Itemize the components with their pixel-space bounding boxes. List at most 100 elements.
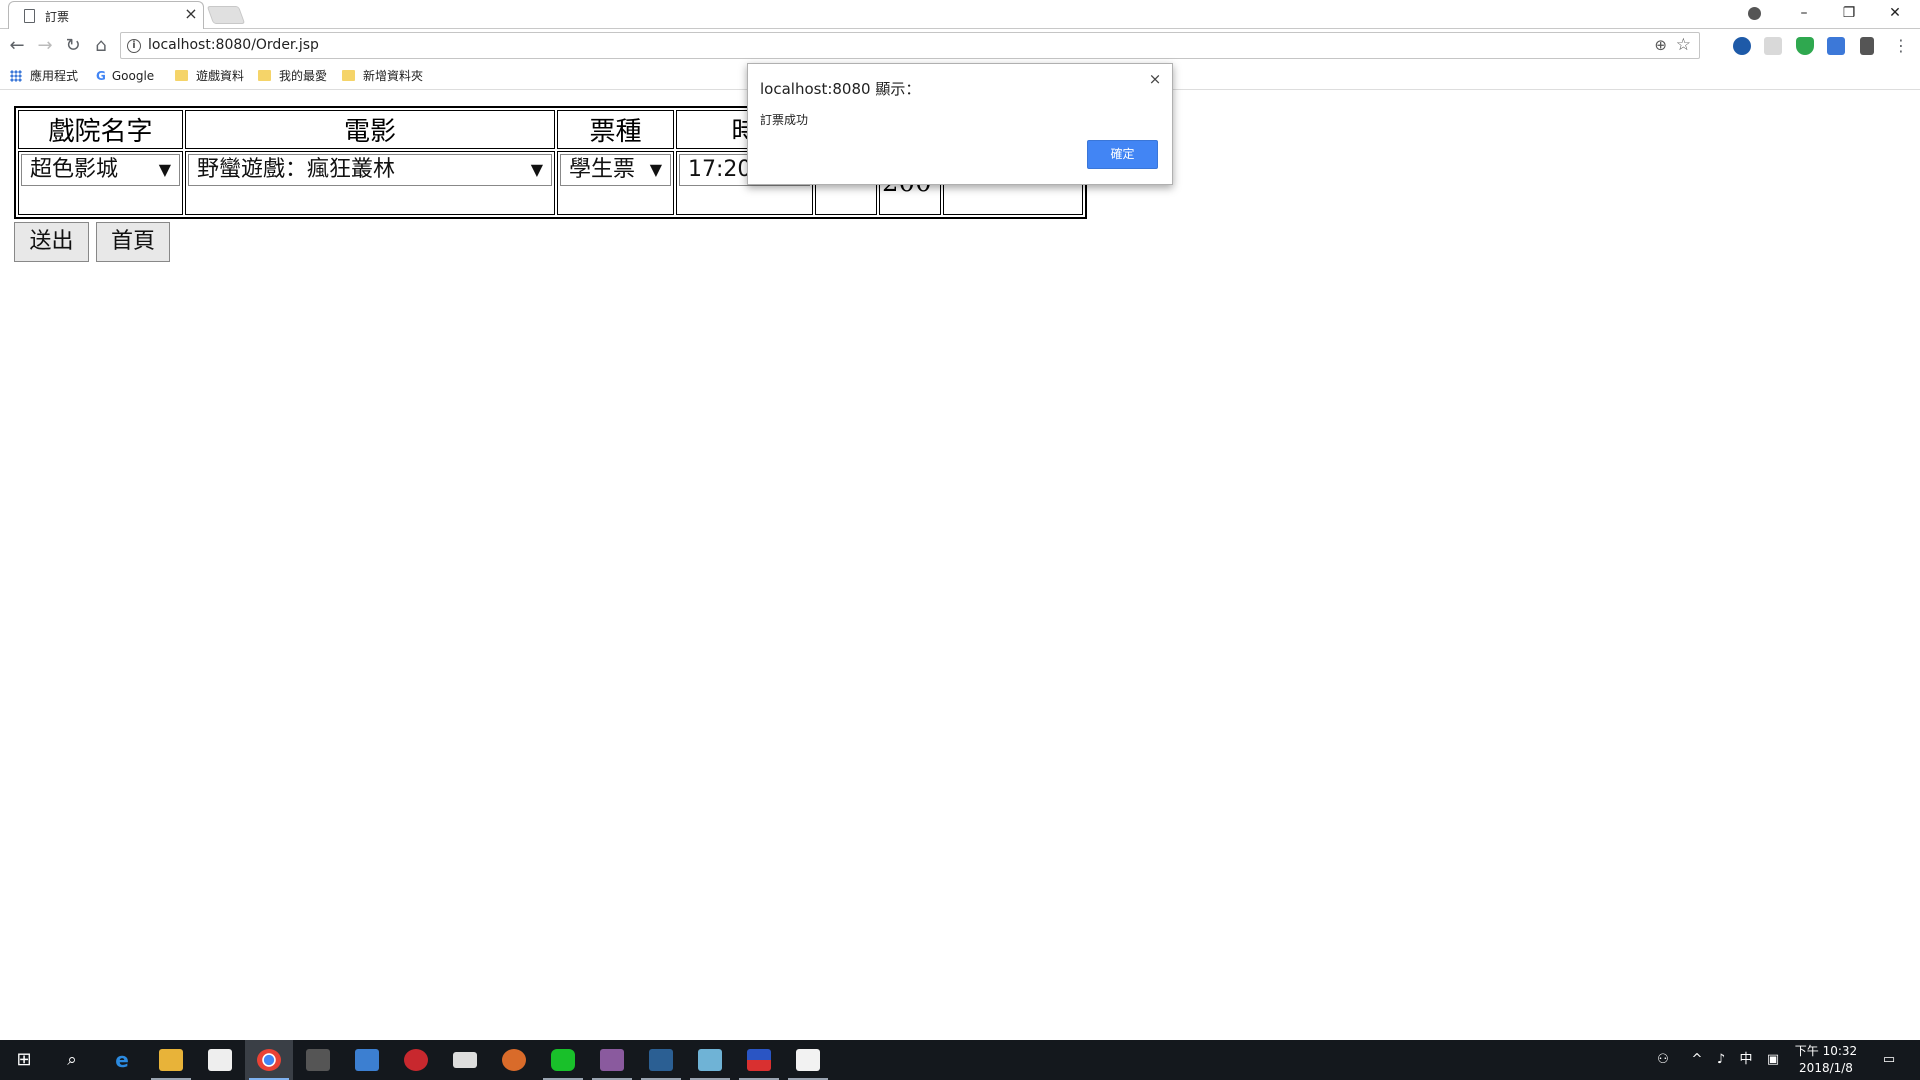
bookmark-google[interactable]: G Google <box>96 68 154 84</box>
person-circle-icon <box>1747 7 1761 20</box>
arrow-left-icon: ← <box>9 35 25 56</box>
extension-1-icon[interactable] <box>1733 37 1751 55</box>
home-page-button[interactable]: 首頁 <box>96 222 170 262</box>
clock-time: 下午 10:32 <box>1794 1044 1858 1058</box>
chrome-icon[interactable] <box>245 1040 293 1080</box>
bookmark-folder-favorites[interactable]: 我的最愛 <box>258 68 327 84</box>
bookmark-star-icon[interactable]: ☆ <box>1676 35 1691 55</box>
home-button[interactable]: ⌂ <box>89 34 113 58</box>
dropdown-arrow-icon: ▼ <box>530 160 543 179</box>
profile-button[interactable] <box>1731 0 1777 28</box>
address-bar[interactable]: i localhost:8080/Order.jsp ⊕ ☆ <box>120 32 1700 59</box>
bookmark-label: Google <box>111 69 155 83</box>
ticket-type-cell: 學生票 ▼ <box>557 151 674 215</box>
ticket-type-select[interactable]: 學生票 ▼ <box>560 154 671 186</box>
more-vert-icon: ⋮ <box>1893 36 1909 55</box>
java-glyph <box>796 1049 820 1071</box>
bookmark-folder-new[interactable]: 新增資料夾 <box>342 68 423 84</box>
word-glyph <box>355 1049 379 1071</box>
ticket-type-value: 學生票 <box>569 157 636 182</box>
dropdown-arrow-icon: ▼ <box>649 160 662 179</box>
arrow-right-icon: → <box>37 35 53 56</box>
java-icon[interactable] <box>784 1040 832 1080</box>
cinema-value: 超色影城 <box>30 157 119 182</box>
people-icon[interactable]: ⚇ <box>1650 1040 1676 1080</box>
movie-cell: 野蠻遊戲：瘋狂叢林 ▼ <box>185 151 555 215</box>
start-glyph: ⊞ <box>16 1049 32 1070</box>
reload-button[interactable]: ↻ <box>61 34 85 58</box>
forward-button[interactable]: → <box>33 34 57 58</box>
browser-toolbar: ← → ↻ ⌂ i localhost:8080/Order.jsp ⊕ ☆ ⋮ <box>0 29 1920 63</box>
home-icon: ⌂ <box>95 35 107 56</box>
shield-icon[interactable] <box>1796 37 1814 55</box>
info-icon[interactable]: i <box>127 39 141 53</box>
movie-select[interactable]: 野蠻遊戲：瘋狂叢林 ▼ <box>188 154 552 186</box>
word-icon[interactable] <box>343 1040 391 1080</box>
taskbar: ⊞ ⌕ e ⚇ ^ ♪ 中 ▣ 下午 10:32 2018/1/8 ▭ <box>0 1040 1920 1080</box>
apps-grid-icon <box>10 70 22 82</box>
clock-date: 2018/1/8 <box>1799 1061 1853 1075</box>
reload-icon: ↻ <box>65 35 81 56</box>
line-icon[interactable] <box>539 1040 587 1080</box>
clock[interactable]: 下午 10:32 2018/1/8 <box>1794 1043 1858 1077</box>
comic-glyph <box>404 1049 428 1071</box>
ime-indicator[interactable]: 中 <box>1735 1040 1757 1080</box>
file-explorer-icon[interactable] <box>147 1040 195 1080</box>
minimize-button[interactable]: – <box>1781 0 1827 28</box>
mail-icon[interactable] <box>441 1040 489 1080</box>
document-icon[interactable] <box>1860 37 1874 55</box>
folder-icon <box>258 70 271 81</box>
folder-icon <box>175 70 188 81</box>
bookmark-label: 我的最愛 <box>279 69 328 83</box>
search-glyph: ⌕ <box>67 1050 77 1070</box>
url-text: localhost:8080/Order.jsp <box>148 37 319 53</box>
alert-ok-button[interactable]: 確定 <box>1087 140 1158 169</box>
data-saver-lite-icon[interactable] <box>1827 37 1845 55</box>
new-tab-button[interactable] <box>206 6 246 24</box>
bookmark-folder-games[interactable]: 遊戲資料 <box>175 68 244 84</box>
tab-close-icon[interactable]: × <box>182 5 200 23</box>
calculator-glyph <box>306 1049 330 1071</box>
calculator-icon[interactable] <box>294 1040 342 1080</box>
back-button[interactable]: ← <box>5 34 29 58</box>
chrome-glyph <box>257 1049 281 1071</box>
page-content: 戲院名字 電影 票種 時 超色影城 ▼ 野蠻遊戲：瘋狂叢林 ▼ 學生票 ▼ 17:20… <box>0 90 1920 1040</box>
zoom-icon[interactable]: ⊕ <box>1654 36 1667 54</box>
alert-message: 訂票成功 <box>760 113 809 127</box>
cinema-select[interactable]: 超色影城 ▼ <box>21 154 180 186</box>
comic-app-icon[interactable] <box>392 1040 440 1080</box>
store-icon[interactable] <box>196 1040 244 1080</box>
tab-strip: 訂票 × – ❐ ✕ <box>0 0 1920 29</box>
windows-start-icon[interactable]: ⊞ <box>0 1040 48 1080</box>
chevron-up-icon[interactable]: ^ <box>1686 1040 1708 1080</box>
notification-icon[interactable]: ▭ <box>1874 1040 1904 1080</box>
notepad-icon[interactable] <box>686 1040 734 1080</box>
movie-value: 野蠻遊戲：瘋狂叢林 <box>197 157 396 182</box>
anime-glyph <box>600 1049 624 1071</box>
notepad-glyph <box>698 1049 722 1071</box>
keyboard-icon[interactable]: ▣ <box>1762 1040 1784 1080</box>
tab-order[interactable]: 訂票 × <box>8 1 204 29</box>
restore-button[interactable]: ❐ <box>1826 0 1872 28</box>
header-ticket-type: 票種 <box>557 110 674 149</box>
close-window-button[interactable]: ✕ <box>1872 0 1918 28</box>
volume-icon[interactable]: ♪ <box>1710 1040 1732 1080</box>
line-glyph <box>551 1049 575 1071</box>
game-app-icon[interactable] <box>490 1040 538 1080</box>
game-glyph <box>502 1049 526 1071</box>
menu-button[interactable]: ⋮ <box>1889 34 1913 58</box>
tab-title: 訂票 <box>45 10 70 24</box>
extension-2-icon[interactable] <box>1764 37 1782 55</box>
vs-glyph <box>649 1049 673 1071</box>
flag-app-icon[interactable] <box>735 1040 783 1080</box>
bookmark-label: 應用程式 <box>30 69 79 83</box>
alert-close-icon[interactable]: × <box>1146 70 1164 88</box>
anime-app-icon[interactable] <box>588 1040 636 1080</box>
header-cinema: 戲院名字 <box>18 110 183 149</box>
submit-button[interactable]: 送出 <box>14 222 89 262</box>
bookmark-apps[interactable]: 應用程式 <box>10 68 78 84</box>
edge-glyph: e <box>115 1048 129 1072</box>
visual-studio-icon[interactable] <box>637 1040 685 1080</box>
search-icon[interactable]: ⌕ <box>48 1040 96 1080</box>
edge-icon[interactable]: e <box>98 1040 146 1080</box>
